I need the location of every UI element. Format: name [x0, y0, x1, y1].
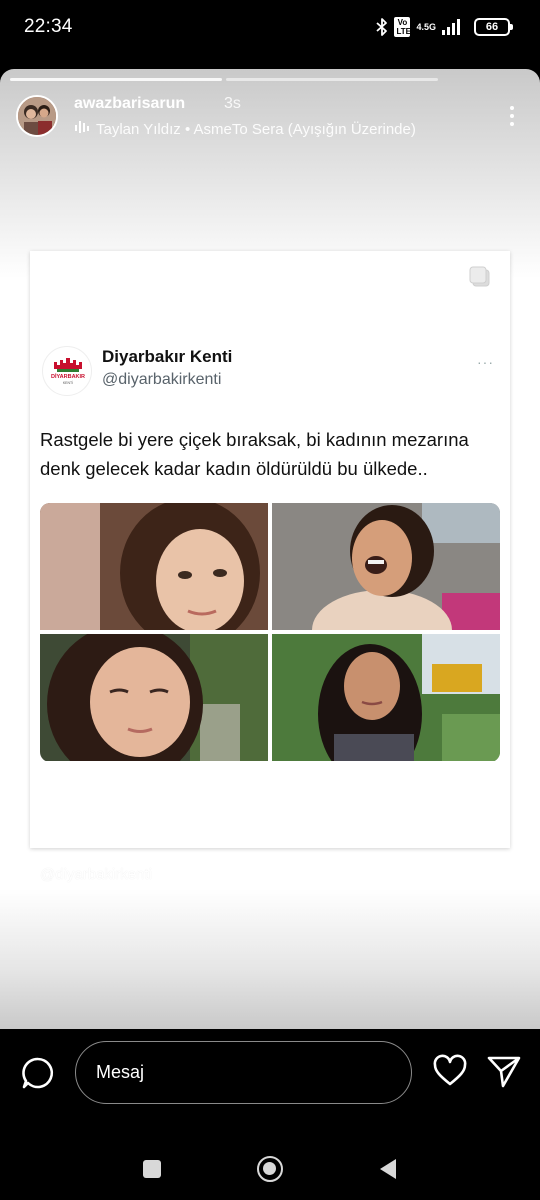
story-viewer[interactable]: awazbarisarun 3s Taylan Yıldız • AsmeTo …	[0, 69, 540, 1029]
volte-icon: Vo LTE	[394, 17, 411, 37]
logo-subtext: KENTİ	[63, 380, 73, 385]
message-input[interactable]: Mesaj	[75, 1041, 412, 1104]
tweet-more-icon: ···	[477, 354, 494, 370]
time-ago: 3s	[224, 95, 241, 112]
home-button[interactable]	[257, 1156, 283, 1182]
camera-button[interactable]	[20, 1055, 56, 1091]
status-time: 22:34	[24, 16, 73, 37]
battery-level: 66	[485, 21, 499, 33]
recent-apps-button[interactable]	[143, 1160, 161, 1178]
tweet-logo: DİYARBAKIR KENTİ	[42, 346, 92, 396]
battery-icon: 66	[474, 18, 513, 36]
system-nav-bar	[0, 1129, 540, 1200]
status-bar: 22:34 Vo LTE 4.5G 66	[0, 0, 540, 56]
send-button[interactable]	[486, 1053, 522, 1089]
more-options-button[interactable]	[500, 101, 524, 131]
tweet-photo-4	[272, 634, 500, 761]
signal-icon	[442, 19, 462, 35]
progress-segment	[10, 78, 222, 81]
tweet-photo-1	[40, 503, 268, 630]
status-icons: Vo LTE 4.5G 66	[376, 14, 513, 40]
music-info[interactable]: Taylan Yıldız • AsmeTo Sera (Ayışığın Üz…	[74, 119, 416, 139]
tweet-card: DİYARBAKIR KENTİ Diyarbakır Kenti @diyar…	[30, 251, 510, 848]
tweet-author-name: Diyarbakır Kenti	[102, 347, 233, 366]
network-type: 4.5G	[416, 21, 436, 32]
watermark: @diyarbakirkenti	[40, 866, 152, 883]
music-label: Taylan Yıldız • AsmeTo Sera (Ayışığın Üz…	[96, 120, 416, 138]
story-header: awazbarisarun 3s Taylan Yıldız • AsmeTo …	[16, 95, 524, 141]
send-icon	[487, 1056, 521, 1088]
chat-bubble-icon	[22, 1057, 54, 1089]
back-triangle-icon	[380, 1159, 396, 1179]
back-button[interactable]	[378, 1158, 398, 1185]
username[interactable]: awazbarisarun	[74, 95, 185, 113]
story-progress	[10, 78, 438, 81]
tweet-photo-3	[40, 634, 268, 761]
message-placeholder: Mesaj	[96, 1062, 145, 1082]
music-bars-icon	[74, 119, 90, 139]
logo-text: DİYARBAKIR	[51, 373, 85, 380]
copy-icon	[468, 265, 492, 294]
avatar[interactable]	[16, 95, 58, 137]
heart-icon	[433, 1054, 467, 1086]
message-bar: Mesaj	[0, 1029, 540, 1129]
photo-grid	[40, 503, 500, 762]
like-button[interactable]	[432, 1053, 468, 1089]
tweet-photo-2	[272, 503, 500, 630]
progress-segment	[226, 78, 438, 81]
bluetooth-icon	[376, 18, 388, 36]
tweet-handle: @diyarbakirkenti	[102, 371, 222, 388]
tweet-text: Rastgele bi yere çiçek bıraksak, bi kadı…	[40, 429, 469, 479]
